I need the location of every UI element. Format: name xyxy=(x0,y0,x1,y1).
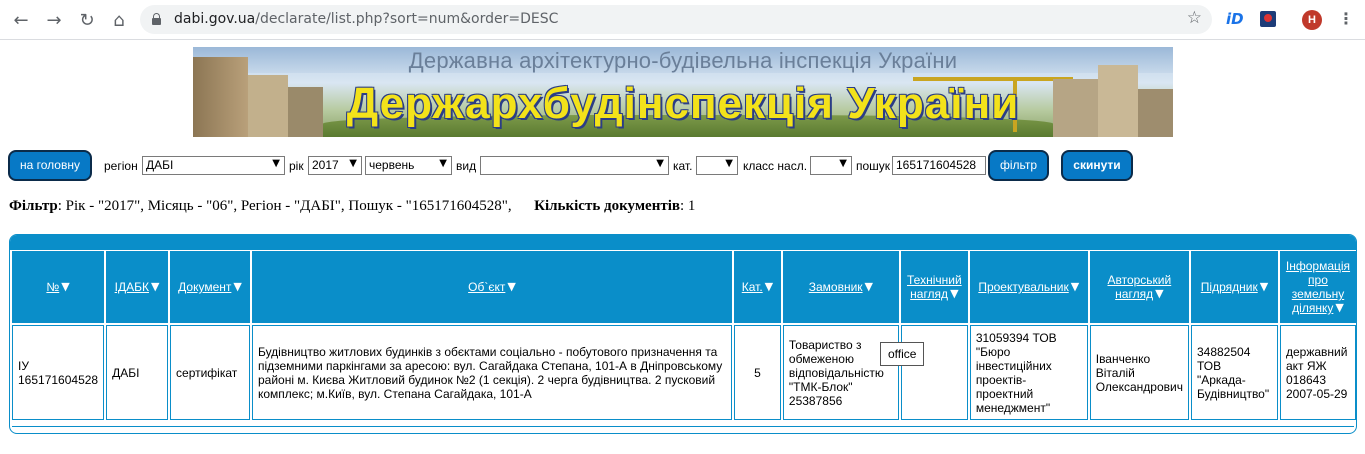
column-header-num[interactable]: № ▼ xyxy=(12,251,105,323)
cell-idabk: ДАБІ xyxy=(106,325,169,420)
column-header-author-supervision[interactable]: Авторський нагляд ▼ xyxy=(1089,251,1189,323)
year-select-value: 2017 xyxy=(312,158,339,172)
region-select-value: ДАБІ xyxy=(146,158,174,172)
column-header-customer[interactable]: Замовник ▼ xyxy=(782,251,899,323)
sort-arrow-icon[interactable]: ▼ xyxy=(1260,280,1268,293)
sort-arrow-icon[interactable]: ▼ xyxy=(1335,301,1343,314)
chevron-down-icon: ▼ xyxy=(725,158,733,169)
cell-designer: 31059394 ТОВ "Бюро інвестиційних проекті… xyxy=(969,325,1088,420)
filter-summary-label: Фільтр xyxy=(9,198,58,214)
type-select[interactable]: ▼ xyxy=(480,156,669,175)
cell-author-supervision: Іванченко Віталій Олександрович xyxy=(1089,325,1189,420)
lock-icon[interactable] xyxy=(152,13,161,25)
chevron-down-icon: ▼ xyxy=(349,158,357,169)
category-select[interactable]: ▼ xyxy=(696,156,738,175)
bookmark-star-icon[interactable]: ☆ xyxy=(1187,8,1202,28)
category-label: кат. xyxy=(673,159,693,173)
column-header-land-info[interactable]: Інформація про земельну ділянку ▼ xyxy=(1279,251,1356,323)
table-bottom-rule xyxy=(12,424,1354,427)
results-table: № ▼ ІДАБК ▼ Документ ▼ Об`єкт ▼ Кат. ▼ Замовн… xyxy=(10,249,1356,422)
filter-summary: Фільтр: Рік - "2017", Місяць - "06", Рег… xyxy=(9,198,695,215)
id-extension-icon[interactable]: iD xyxy=(1226,10,1244,28)
forward-icon[interactable]: → xyxy=(43,9,65,31)
column-header-link[interactable]: Замовник xyxy=(809,280,863,294)
column-header-link[interactable]: Проектувальник xyxy=(978,280,1068,294)
table-header-row: № ▼ ІДАБК ▼ Документ ▼ Об`єкт ▼ Кат. ▼ Замовн… xyxy=(12,251,1356,323)
search-label: пошук xyxy=(856,159,891,173)
cell-document: сертифікат xyxy=(170,325,250,420)
column-header-designer[interactable]: Проектувальник ▼ xyxy=(969,251,1088,323)
tooltip: office xyxy=(880,342,925,366)
month-select[interactable]: червень ▼ xyxy=(365,156,452,175)
year-label: рік xyxy=(289,159,304,173)
url-host: dabi.gov.ua xyxy=(174,11,256,27)
chevron-down-icon: ▼ xyxy=(656,158,664,169)
column-header-link[interactable]: № xyxy=(46,280,59,294)
address-bar[interactable]: dabi.gov.ua/declarate/list.php?sort=num&… xyxy=(140,5,1212,34)
banner-subtitle: Державна архітектурно-будівельна інспекц… xyxy=(408,48,958,73)
chevron-down-icon: ▼ xyxy=(839,158,847,169)
month-select-value: червень xyxy=(369,158,415,172)
extension-icon[interactable] xyxy=(1260,11,1276,27)
sort-arrow-icon[interactable]: ▼ xyxy=(233,280,241,293)
cell-tech-supervision xyxy=(900,325,968,420)
cell-category: 5 xyxy=(733,325,781,420)
column-header-link[interactable]: Кат. xyxy=(742,280,763,294)
banner-title: Держархбудінспекція України xyxy=(346,79,1020,128)
class-label: класс насл. xyxy=(743,159,808,173)
cell-land-info: державний акт ЯЖ 018643 2007-05-29 xyxy=(1279,325,1356,420)
browser-toolbar: ← → ↻ ⌂ dabi.gov.ua/declarate/list.php?s… xyxy=(0,0,1365,40)
back-icon[interactable]: ← xyxy=(10,9,32,31)
filter-button[interactable]: фільтр xyxy=(988,150,1049,181)
cell-contractor: 34882504 ТОВ "Аркада-Будівництво" xyxy=(1190,325,1278,420)
column-header-link[interactable]: ІДАБК xyxy=(115,280,149,294)
column-header-object[interactable]: Об`єкт ▼ xyxy=(251,251,732,323)
sort-arrow-icon[interactable]: ▼ xyxy=(865,280,873,293)
type-label: вид xyxy=(456,159,477,173)
cell-num: ІУ 165171604528 xyxy=(12,325,105,420)
column-header-document[interactable]: Документ ▼ xyxy=(170,251,250,323)
home-button[interactable]: на головну xyxy=(8,150,92,181)
document-count-label: Кількість документів xyxy=(534,198,680,214)
column-header-link[interactable]: Об`єкт xyxy=(468,280,505,294)
url-text[interactable]: dabi.gov.ua/declarate/list.php?sort=num&… xyxy=(174,11,558,27)
column-header-idabk[interactable]: ІДАБК ▼ xyxy=(106,251,169,323)
sort-arrow-icon[interactable]: ▼ xyxy=(1155,287,1163,300)
column-header-tech-supervision[interactable]: Технічний нагляд ▼ xyxy=(900,251,968,323)
home-icon[interactable]: ⌂ xyxy=(108,9,130,31)
sort-arrow-icon[interactable]: ▼ xyxy=(61,280,69,293)
region-label: регіон xyxy=(104,159,138,173)
column-header-category[interactable]: Кат. ▼ xyxy=(733,251,781,323)
column-header-contractor[interactable]: Підрядник ▼ xyxy=(1190,251,1278,323)
browser-menu-icon[interactable]: ⋮ xyxy=(1338,9,1354,29)
table-row: ІУ 165171604528 ДАБІ сертифікат Будівниц… xyxy=(12,325,1356,420)
sort-arrow-icon[interactable]: ▼ xyxy=(507,280,515,293)
class-select[interactable]: ▼ xyxy=(810,156,852,175)
chevron-down-icon: ▼ xyxy=(272,158,280,169)
cell-object: Будівництво житлових будинків з обєктами… xyxy=(251,325,732,420)
column-header-link[interactable]: Підрядник xyxy=(1201,280,1258,294)
results-table-container: № ▼ ІДАБК ▼ Документ ▼ Об`єкт ▼ Кат. ▼ Замовн… xyxy=(9,234,1357,434)
column-header-link[interactable]: Документ xyxy=(178,280,231,294)
url-path: /declarate/list.php?sort=num&order=DESC xyxy=(255,11,559,27)
reset-button[interactable]: скинути xyxy=(1061,150,1133,181)
year-select[interactable]: 2017 ▼ xyxy=(308,156,362,175)
sort-arrow-icon[interactable]: ▼ xyxy=(151,280,159,293)
chevron-down-icon: ▼ xyxy=(439,158,447,169)
sort-arrow-icon[interactable]: ▼ xyxy=(765,280,773,293)
filter-summary-text: : Рік - "2017", Місяць - "06", Регіон - … xyxy=(57,198,512,214)
document-count-value: : 1 xyxy=(679,198,696,214)
profile-avatar[interactable]: H xyxy=(1302,10,1322,30)
cell-customer: Товариство з обмеженою відповідальністю … xyxy=(782,325,899,420)
search-input[interactable]: 165171604528 xyxy=(892,156,986,175)
reload-icon[interactable]: ↻ xyxy=(76,9,98,31)
site-banner: Державна архітектурно-будівельна інспекц… xyxy=(193,47,1173,137)
region-select[interactable]: ДАБІ ▼ xyxy=(142,156,285,175)
table-top-bar xyxy=(10,235,1356,250)
sort-arrow-icon[interactable]: ▼ xyxy=(1071,280,1079,293)
sort-arrow-icon[interactable]: ▼ xyxy=(950,287,958,300)
